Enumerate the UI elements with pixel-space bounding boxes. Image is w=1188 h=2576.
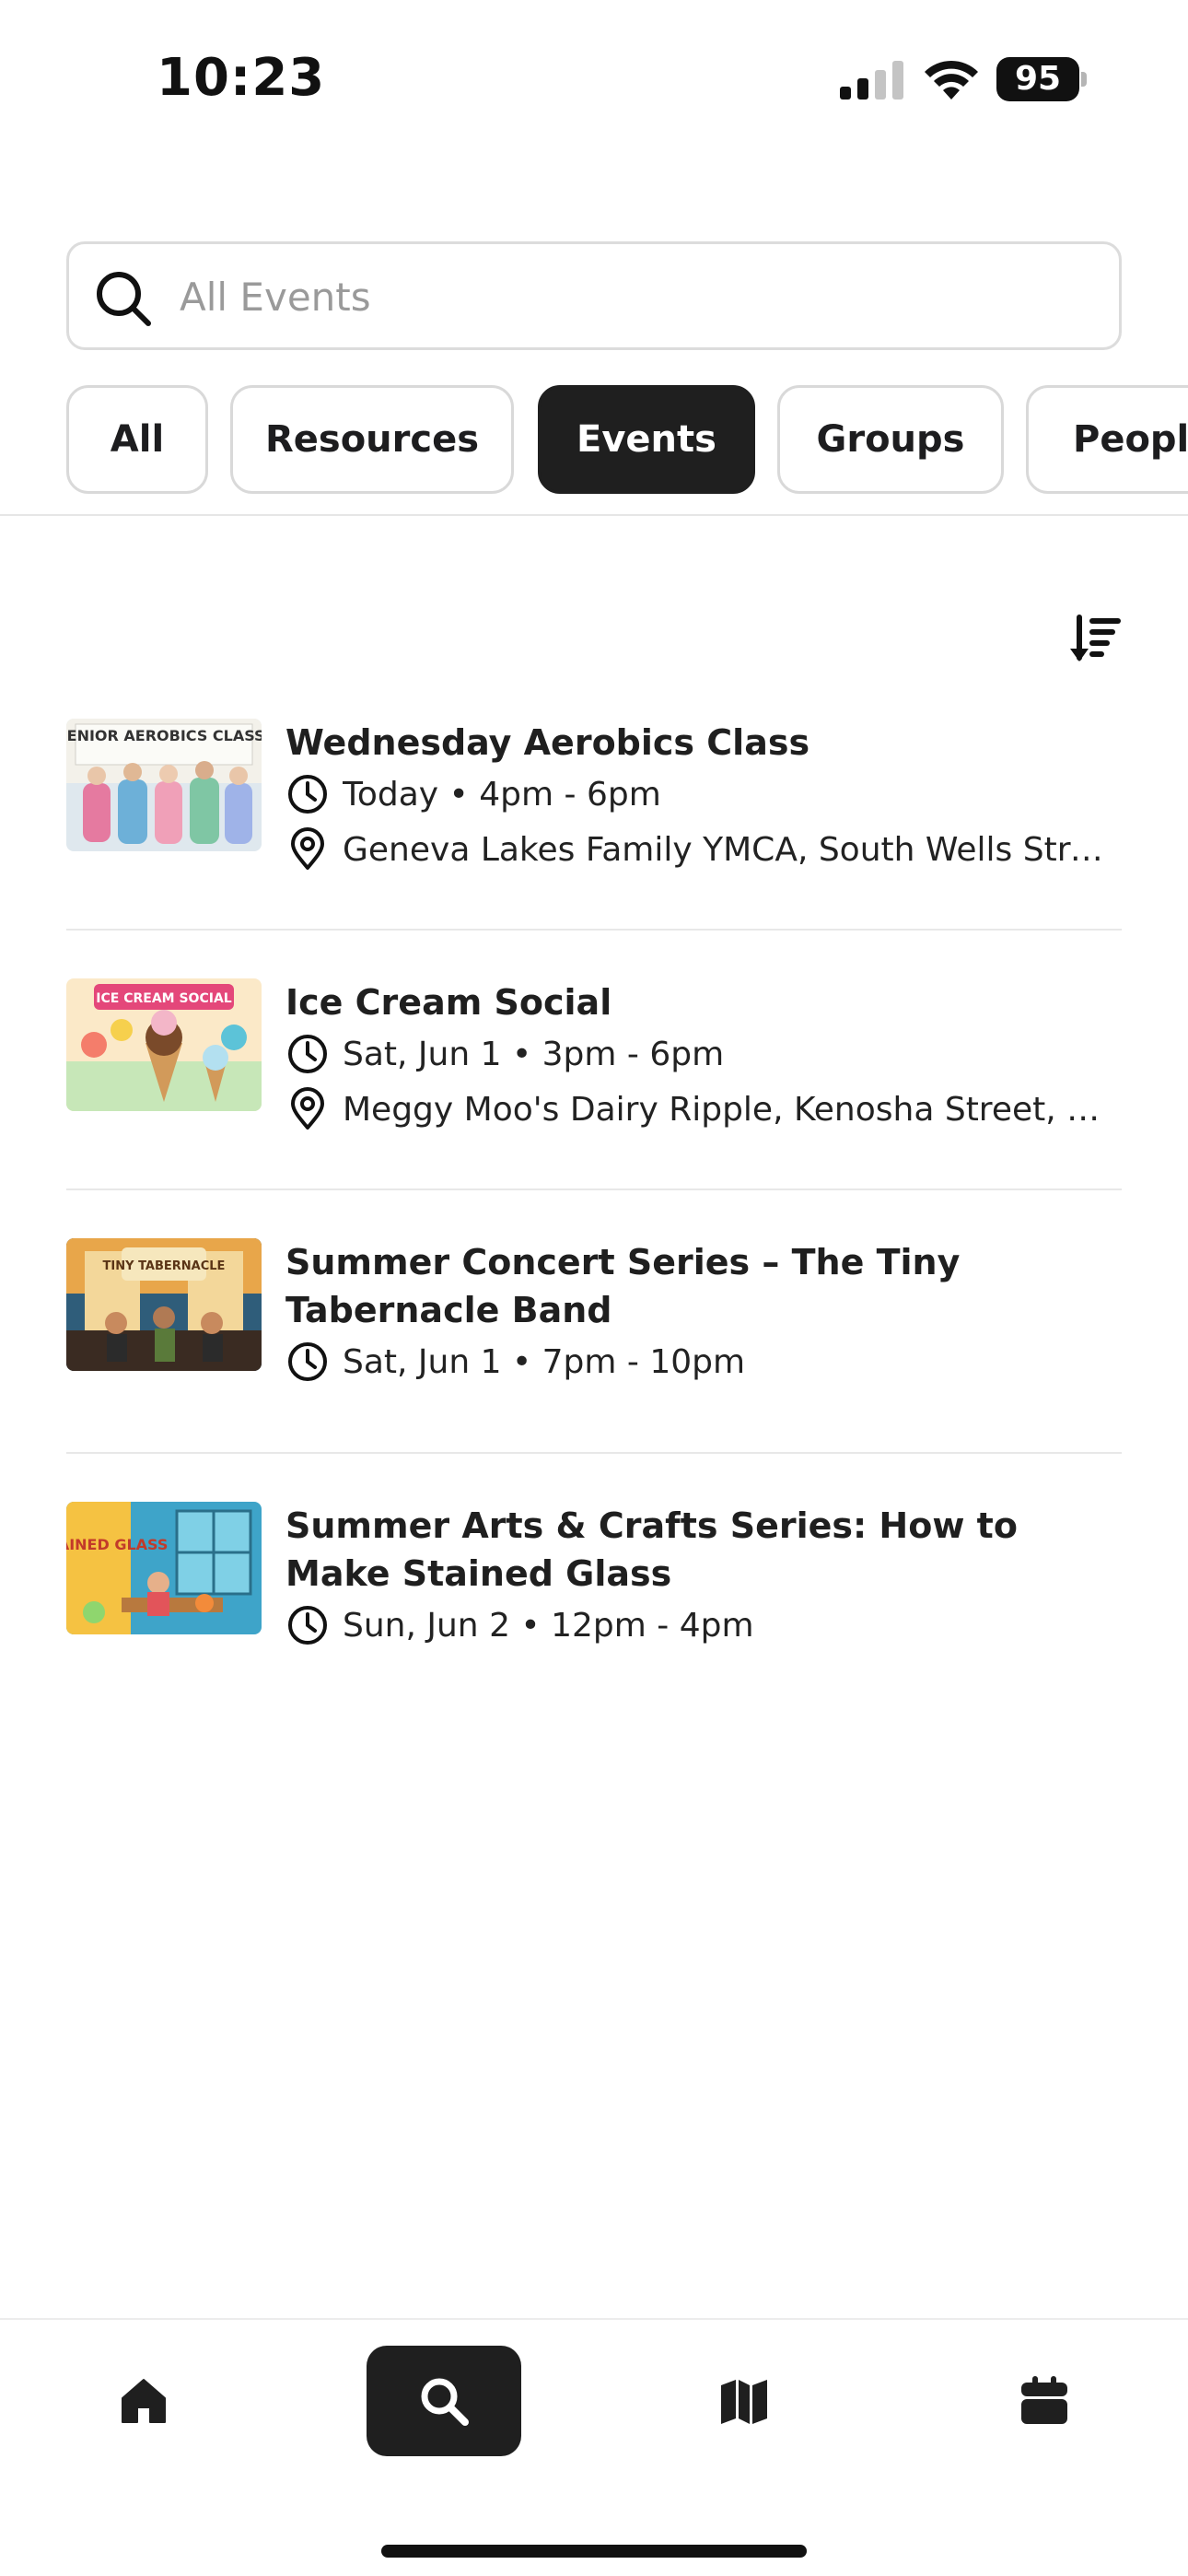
event-title: Wednesday Aerobics Class (285, 722, 810, 763)
thumb-text: TINY TABERNACLE (103, 1259, 226, 1273)
event-thumbnail: ICE CREAM SOCIAL (66, 978, 262, 1111)
clock-icon (288, 775, 327, 814)
event-list-item[interactable]: SENIOR AEROBICS CLASS! Wednesday Aerobic… (66, 719, 1122, 870)
tab-all[interactable]: All (66, 385, 208, 494)
home-indicator (381, 2545, 807, 2558)
sort-descending-icon[interactable] (1066, 612, 1122, 667)
event-time-row: Today • 4pm - 6pm (285, 770, 1122, 818)
event-thumbnail: STAINED GLASS (66, 1502, 262, 1634)
clock-icon (288, 1035, 327, 1073)
tab-groups[interactable]: Groups (777, 385, 1004, 494)
list-divider (66, 1188, 1122, 1190)
home-icon (122, 2379, 166, 2423)
event-time: Sat, Jun 1 • 7pm - 10pm (343, 1342, 746, 1381)
event-location-row: Geneva Lakes Family YMCA, South Wells St… (285, 825, 1122, 873)
nav-calendar[interactable] (967, 2346, 1122, 2456)
filter-tabs: All Resources Events Groups People (66, 385, 1188, 494)
bottom-navigation (0, 2318, 1188, 2576)
list-divider (66, 1452, 1122, 1454)
event-title: Ice Cream Social (285, 982, 612, 1023)
thumb-text: SENIOR AEROBICS CLASS! (66, 727, 262, 744)
event-title: Summer Concert Series – The Tiny Taberna… (285, 1242, 961, 1330)
event-title: Summer Arts & Crafts Series: How to Make… (285, 1505, 1018, 1594)
event-list-item[interactable]: STAINED GLASS Summer Arts & Crafts Serie… (66, 1502, 1122, 1645)
event-time: Sun, Jun 2 • 12pm - 4pm (343, 1606, 754, 1645)
clock-icon (288, 1606, 327, 1645)
event-time: Sat, Jun 1 • 3pm - 6pm (343, 1035, 725, 1073)
search-icon (421, 2378, 469, 2426)
location-pin-icon (291, 1087, 324, 1130)
event-location: Meggy Moo's Dairy Ripple, Kenosha Street… (343, 1090, 1122, 1129)
search-input[interactable] (180, 263, 1082, 331)
status-bar: 10:23 95 (0, 0, 1188, 157)
search-icon (97, 272, 151, 326)
map-icon (721, 2380, 767, 2424)
tab-people[interactable]: People (1026, 385, 1188, 494)
cellular-signal-icon (840, 61, 903, 100)
event-time-row: Sat, Jun 1 • 7pm - 10pm (285, 1338, 1122, 1386)
status-time: 10:23 (157, 48, 326, 108)
tabs-divider (0, 514, 1188, 516)
event-time-row: Sun, Jun 2 • 12pm - 4pm (285, 1601, 1122, 1649)
tab-resources[interactable]: Resources (230, 385, 514, 494)
battery-level: 95 (996, 57, 1079, 101)
event-time-row: Sat, Jun 1 • 3pm - 6pm (285, 1030, 1122, 1078)
wifi-icon (925, 60, 978, 100)
thumb-text: STAINED GLASS (66, 1536, 168, 1553)
thumb-text: ICE CREAM SOCIAL (96, 991, 231, 1006)
battery-indicator: 95 (996, 57, 1089, 101)
event-location: Geneva Lakes Family YMCA, South Wells St… (343, 830, 1122, 869)
list-divider (66, 929, 1122, 931)
tab-events[interactable]: Events (538, 385, 755, 494)
event-thumbnail: TINY TABERNACLE (66, 1238, 262, 1371)
location-pin-icon (291, 827, 324, 870)
calendar-icon (1021, 2376, 1067, 2424)
event-thumbnail: SENIOR AEROBICS CLASS! (66, 719, 262, 851)
battery-tip (1081, 72, 1087, 87)
app-screen: 10:23 95 All Resources Events Groups Pe (0, 0, 1188, 2576)
event-list-item[interactable]: TINY TABERNACLE Summer Concert Series – … (66, 1238, 1122, 1381)
event-list-item[interactable]: ICE CREAM SOCIAL Ice Cream Social Sat, J… (66, 978, 1122, 1130)
nav-search[interactable] (367, 2346, 521, 2456)
search-bar[interactable] (66, 241, 1122, 350)
nav-home[interactable] (66, 2346, 221, 2456)
nav-map[interactable] (667, 2346, 821, 2456)
event-time: Today • 4pm - 6pm (343, 775, 661, 814)
clock-icon (288, 1342, 327, 1381)
event-location-row: Meggy Moo's Dairy Ripple, Kenosha Street… (285, 1085, 1122, 1133)
